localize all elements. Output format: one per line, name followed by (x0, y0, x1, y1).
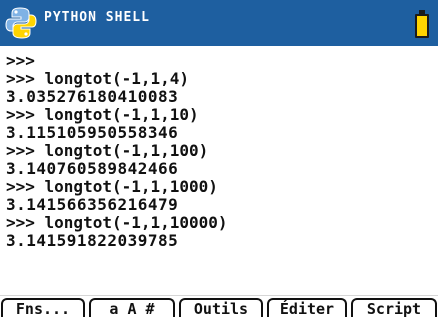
output-line: 3.035276180410083 (6, 87, 179, 106)
menu-bar: Fns... a A # Outils Éditer Script (0, 295, 438, 317)
prompt-line: >>> longtot(-1,1,10000) (6, 213, 228, 232)
output-line: 3.115105950558346 (6, 123, 179, 142)
prompt-line: >>> longtot(-1,1,1000) (6, 177, 218, 196)
output-line: 3.140760589842466 (6, 159, 179, 178)
script-menu-button[interactable]: Script (351, 298, 437, 317)
python-logo-icon (5, 7, 37, 39)
calculator-screen: PYTHON SHELL >>> >>> longtot(-1,1,4) 3.035… (0, 0, 438, 317)
prompt-line: >>> longtot(-1,1,10) (6, 105, 199, 124)
page-title: PYTHON SHELL (44, 10, 150, 25)
prompt-line: >>> longtot(-1,1,4) (6, 69, 190, 88)
prompt-line: >>> longtot(-1,1,100) (6, 141, 209, 160)
characters-menu-button[interactable]: a A # (89, 298, 175, 317)
output-line: 3.141591822039785 (6, 231, 179, 250)
shell-console[interactable]: >>> >>> longtot(-1,1,4) 3.035276180410083 >… (6, 52, 432, 292)
outils-menu-button[interactable]: Outils (179, 298, 263, 317)
title-bar: PYTHON SHELL (0, 0, 438, 46)
battery-icon (415, 14, 429, 38)
prompt-line: >>> (6, 52, 35, 70)
editer-menu-button[interactable]: Éditer (267, 298, 347, 317)
fns-menu-button[interactable]: Fns... (1, 298, 85, 317)
output-line: 3.141566356216479 (6, 195, 179, 214)
